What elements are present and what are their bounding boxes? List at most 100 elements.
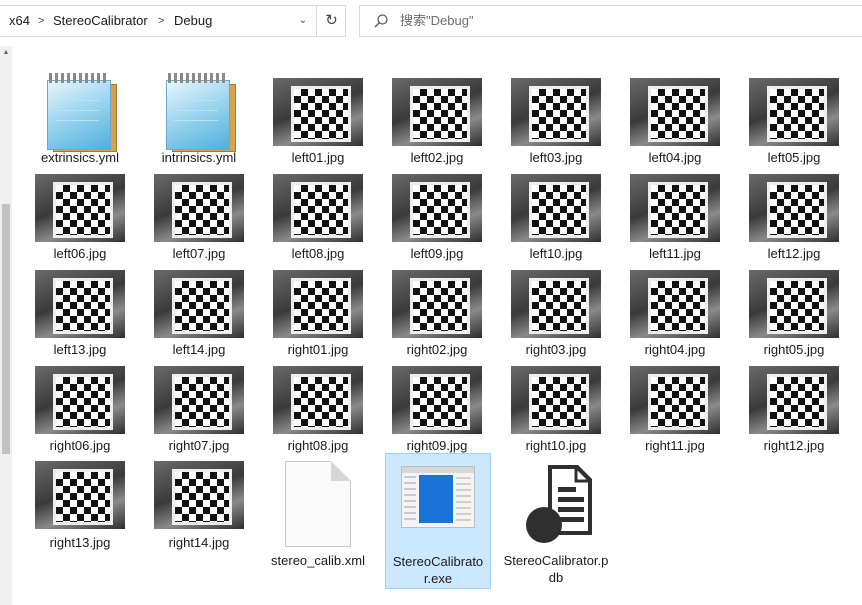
file-name: right02.jpg (406, 342, 468, 357)
file-name: left14.jpg (172, 342, 226, 357)
checkerboard-image (53, 278, 113, 334)
checkerboard-image (648, 86, 708, 142)
checkerboard-image (53, 182, 113, 238)
file-name: StereoCalibrator.exe (392, 554, 484, 586)
notepad-icon (154, 70, 244, 152)
checkerboard-image (172, 278, 232, 334)
file-item[interactable]: left02.jpg (378, 70, 496, 166)
file-name: left13.jpg (53, 342, 107, 357)
checkerboard-image (648, 278, 708, 334)
image-thumbnail (392, 174, 482, 242)
image-thumbnail (35, 366, 125, 434)
file-name: right05.jpg (763, 342, 825, 357)
checkerboard-image (53, 469, 113, 525)
file-item[interactable]: left07.jpg (140, 166, 258, 262)
file-item[interactable]: right01.jpg (259, 262, 377, 358)
file-item[interactable]: right14.jpg (140, 453, 258, 589)
checkerboard-image (291, 278, 351, 334)
checkerboard-image (53, 374, 113, 430)
file-item[interactable]: right12.jpg (735, 358, 853, 454)
file-item[interactable]: right05.jpg (735, 262, 853, 358)
file-name: right03.jpg (525, 342, 587, 357)
file-item[interactable]: right06.jpg (21, 358, 139, 454)
file-name: right10.jpg (525, 438, 587, 453)
file-item[interactable]: left14.jpg (140, 262, 258, 358)
file-name: right11.jpg (645, 438, 705, 453)
file-item[interactable]: right03.jpg (497, 262, 615, 358)
checkerboard-image (767, 182, 827, 238)
file-name: stereo_calib.xml (271, 553, 365, 568)
file-item[interactable]: left08.jpg (259, 166, 377, 262)
file-item[interactable]: left04.jpg (616, 70, 734, 166)
checkerboard-image (648, 374, 708, 430)
checkerboard-image (767, 374, 827, 430)
file-name: left11.jpg (649, 246, 701, 261)
checkerboard-image (410, 182, 470, 238)
file-name: left06.jpg (53, 246, 107, 261)
file-item[interactable]: right08.jpg (259, 358, 377, 454)
notepad-icon (35, 70, 125, 152)
file-item[interactable]: right09.jpg (378, 358, 496, 454)
document-icon (285, 461, 351, 547)
image-thumbnail (273, 174, 363, 242)
file-name: right12.jpg (763, 438, 825, 453)
file-item[interactable]: left11.jpg (616, 166, 734, 262)
checkerboard-image (529, 86, 589, 142)
file-name: left08.jpg (291, 246, 345, 261)
checkerboard-image (291, 86, 351, 142)
file-item[interactable]: left13.jpg (21, 262, 139, 358)
file-item[interactable]: intrinsics.yml (140, 70, 258, 166)
file-item[interactable]: left12.jpg (735, 166, 853, 262)
checkerboard-image (410, 278, 470, 334)
file-name: right08.jpg (287, 438, 349, 453)
image-thumbnail (630, 78, 720, 146)
file-item[interactable]: StereoCalibrator.exe (385, 453, 491, 589)
file-name: extrinsics.yml (40, 150, 119, 165)
image-thumbnail (392, 366, 482, 434)
checkerboard-image (529, 374, 589, 430)
image-thumbnail (35, 174, 125, 242)
file-name: right01.jpg (287, 342, 349, 357)
image-thumbnail (749, 366, 839, 434)
file-item[interactable]: left09.jpg (378, 166, 496, 262)
file-item[interactable]: StereoCalibrator.pdb (497, 453, 615, 589)
file-name: right13.jpg (49, 535, 111, 550)
image-thumbnail (154, 174, 244, 242)
file-name: left09.jpg (410, 246, 464, 261)
file-item[interactable]: left10.jpg (497, 166, 615, 262)
file-name: left04.jpg (648, 150, 702, 165)
file-item[interactable]: stereo_calib.xml (259, 453, 377, 589)
file-item[interactable]: right04.jpg (616, 262, 734, 358)
image-thumbnail (749, 174, 839, 242)
file-item[interactable]: extrinsics.yml (21, 70, 139, 166)
file-item[interactable]: right02.jpg (378, 262, 496, 358)
image-thumbnail (511, 174, 601, 242)
image-thumbnail (154, 270, 244, 338)
application-icon (401, 466, 475, 528)
checkerboard-image (410, 86, 470, 142)
file-name: StereoCalibrator.pdb (503, 553, 609, 585)
file-item[interactable]: left03.jpg (497, 70, 615, 166)
file-name: left05.jpg (767, 150, 821, 165)
checkerboard-image (648, 182, 708, 238)
file-name: right14.jpg (168, 535, 230, 550)
image-thumbnail (749, 270, 839, 338)
file-name: left10.jpg (529, 246, 583, 261)
file-name: right07.jpg (168, 438, 230, 453)
file-name: right09.jpg (406, 438, 468, 453)
file-item[interactable]: right07.jpg (140, 358, 258, 454)
file-item[interactable]: left06.jpg (21, 166, 139, 262)
image-thumbnail (273, 270, 363, 338)
checkerboard-image (172, 374, 232, 430)
file-item[interactable]: right13.jpg (21, 453, 139, 589)
file-item[interactable]: right10.jpg (497, 358, 615, 454)
file-name: left07.jpg (172, 246, 226, 261)
checkerboard-image (767, 278, 827, 334)
file-item[interactable]: left01.jpg (259, 70, 377, 166)
file-item[interactable]: left05.jpg (735, 70, 853, 166)
file-grid: extrinsics.yml intrinsics.yml left01.jpg le… (0, 0, 862, 605)
file-item[interactable]: right11.jpg (616, 358, 734, 454)
debug-database-icon (514, 461, 598, 547)
image-thumbnail (630, 174, 720, 242)
checkerboard-image (529, 278, 589, 334)
